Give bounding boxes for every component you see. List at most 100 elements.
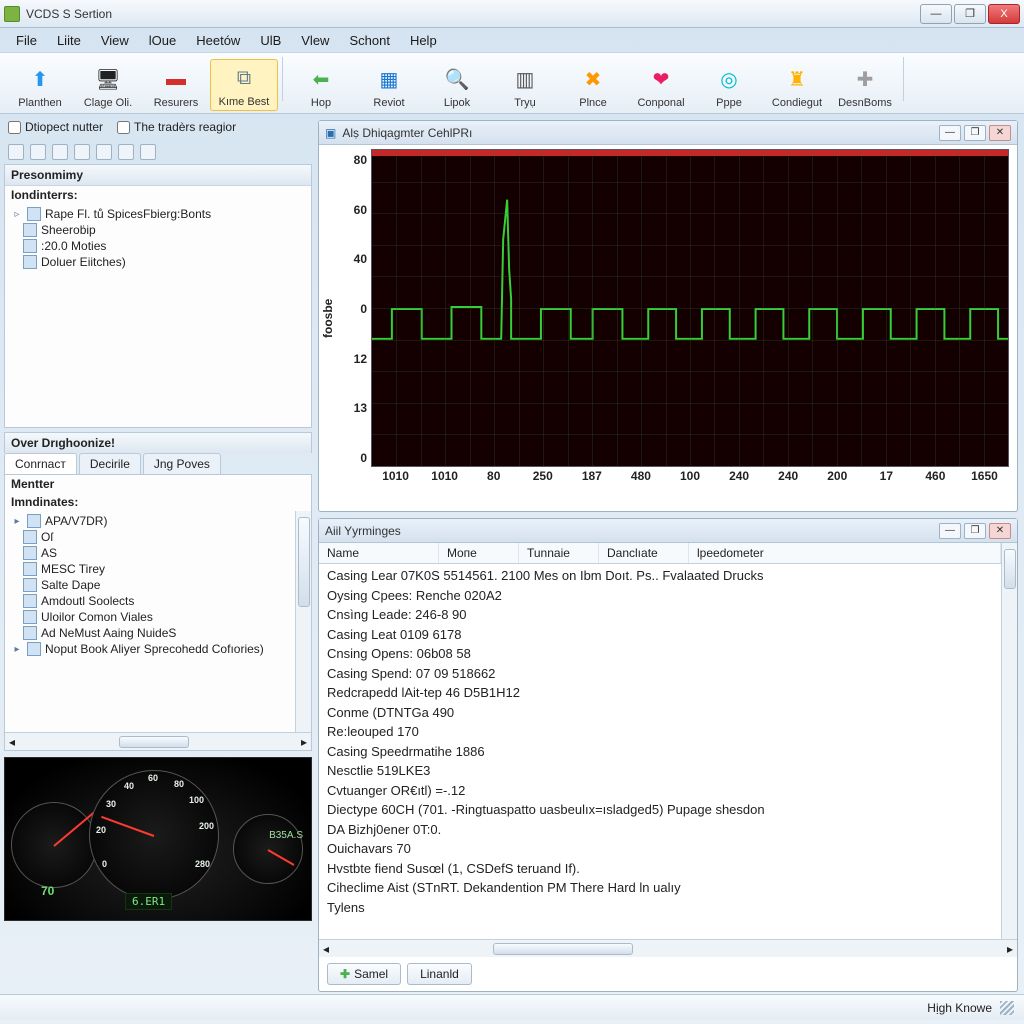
samel-button[interactable]: ✚Samel	[327, 963, 401, 985]
status-bar: Hịgh Knowe	[0, 994, 1024, 1020]
expand-icon[interactable]: ▸	[11, 515, 23, 527]
mini-icon-4[interactable]	[74, 144, 90, 160]
log-row[interactable]: Redcrapedd lAit-tep 46 D5B1H12	[327, 683, 993, 703]
log-col-tunnaie[interactable]: Tunnaie	[519, 543, 599, 563]
tree-item[interactable]: ▸Noput Book Aliyer Sprecohedd Cofıories)	[9, 641, 291, 657]
log-row[interactable]: Tylens	[327, 898, 993, 918]
chart-window-header[interactable]: ▣ Alṣ Dhiqagmter CehlPRı — ❐ ✕	[319, 121, 1017, 145]
log-close-button[interactable]: ✕	[989, 523, 1011, 539]
expand-icon[interactable]: ▹	[11, 208, 23, 220]
tool-pppe[interactable]: ◎Pppe	[695, 61, 763, 111]
log-max-button[interactable]: ❐	[964, 523, 986, 539]
tool-condiegut[interactable]: ♜Condiegut	[763, 61, 831, 111]
check-dtiopect-box[interactable]	[8, 121, 21, 134]
log-col-moпe[interactable]: Moпe	[439, 543, 519, 563]
tree-item[interactable]: MESC Tirey	[9, 561, 291, 577]
log-row[interactable]: Casing Lear 07K0S 5514561. 2100 Mes on I…	[327, 566, 993, 586]
tool-hop[interactable]: ⬅Hop	[287, 61, 355, 111]
log-row[interactable]: Cnsìng Leade: 246-8 90	[327, 605, 993, 625]
log-row[interactable]: Ciheclime Aist (STnRT. Dekandention PM T…	[327, 878, 993, 898]
resize-grip[interactable]	[1000, 1001, 1014, 1015]
log-row[interactable]: Casing Leat 0109 6178	[327, 625, 993, 645]
log-hthumb[interactable]	[493, 943, 633, 955]
tree-item[interactable]: ▸APA/V7DR)	[9, 513, 291, 529]
tool-reviot[interactable]: ▦Reviot	[355, 61, 423, 111]
log-row[interactable]: Casing Spend: 07 09 518662	[327, 664, 993, 684]
tool-planthen[interactable]: ⬆Planthen	[6, 61, 74, 111]
log-row[interactable]: Oysing Cpees: Renche 020A2	[327, 586, 993, 606]
tool-conponal[interactable]: ❤Conponal	[627, 61, 695, 111]
log-row[interactable]: Ouichavars 70	[327, 839, 993, 859]
log-row[interactable]: Conme (DTNTGa 490	[327, 703, 993, 723]
tree-item[interactable]: Doluer Eiitches)	[9, 254, 307, 270]
log-row[interactable]: Re:leouped 170	[327, 722, 993, 742]
expand-icon[interactable]: ▸	[11, 643, 23, 655]
mini-icon-1[interactable]	[8, 144, 24, 160]
menu-heetów[interactable]: Heetów	[188, 31, 248, 50]
log-col-lpeedometer[interactable]: lpeedometer	[689, 543, 1001, 563]
tree-item[interactable]: :20.0 Moties	[9, 238, 307, 254]
tree-mentter-hscroll[interactable]: ◂ ▸	[5, 732, 311, 750]
tree-item[interactable]: Sheeroḃip	[9, 222, 307, 238]
mini-icon-2[interactable]	[30, 144, 46, 160]
mini-icon-3[interactable]	[52, 144, 68, 160]
tab-decirile[interactable]: Decirile	[79, 453, 141, 474]
menu-liite[interactable]: Liite	[49, 31, 89, 50]
log-row[interactable]: Nesctlie 519LKE3	[327, 761, 993, 781]
log-window-header[interactable]: Aiil Yyrminges — ❐ ✕	[319, 519, 1017, 543]
hscroll-thumb[interactable]	[119, 736, 189, 748]
log-min-button[interactable]: —	[939, 523, 961, 539]
chart-min-button[interactable]: —	[939, 125, 961, 141]
tool-lipok[interactable]: 🔍Lipok	[423, 61, 491, 111]
menu-schont[interactable]: Schont	[341, 31, 397, 50]
close-button[interactable]: X	[988, 4, 1020, 24]
tree-item[interactable]: Salte Dape	[9, 577, 291, 593]
linanld-button[interactable]: Linanld	[407, 963, 472, 985]
log-body[interactable]: Casing Lear 07K0S 5514561. 2100 Mes on I…	[319, 564, 1001, 939]
menu-ulb[interactable]: UlB	[252, 31, 289, 50]
tree-item[interactable]: Amdoutl Soolects	[9, 593, 291, 609]
log-col-name[interactable]: Name	[319, 543, 439, 563]
tree-item[interactable]: ▹Rape Fl. tů SpicesFbierg:Bonts	[9, 206, 307, 222]
tool-resurers[interactable]: ▬Resurers	[142, 61, 210, 111]
log-vthumb[interactable]	[1004, 549, 1016, 589]
menu-file[interactable]: File	[8, 31, 45, 50]
log-row[interactable]: Cvtuanger OR€ıtl) =-.12	[327, 781, 993, 801]
chart-close-button[interactable]: ✕	[989, 125, 1011, 141]
vscroll-thumb[interactable]	[298, 517, 310, 607]
menu-vlew[interactable]: Vlew	[293, 31, 337, 50]
check-dtiopect[interactable]: Dtiopect nutter	[8, 120, 103, 134]
log-row[interactable]: DA Bizhj0ener 0T:0.	[327, 820, 993, 840]
mini-icon-5[interactable]	[96, 144, 112, 160]
log-row[interactable]: Hvstbte fiend Susœl (1, CSDefS teruand I…	[327, 859, 993, 879]
tool-clage[interactable]: 🖥Clage Oli.	[74, 61, 142, 111]
tool-plnce[interactable]: ✖Plnce	[559, 61, 627, 111]
tree-mentter-vscroll[interactable]	[295, 511, 311, 732]
tree-item[interactable]: Oſ	[9, 529, 291, 545]
log-row[interactable]: Diectype 60CH (701. -Ringtuaspatto uasbe…	[327, 800, 993, 820]
mini-icon-6[interactable]	[118, 144, 134, 160]
plot-canvas[interactable]	[371, 149, 1009, 467]
tree-item[interactable]: Uloilor Comon Viales	[9, 609, 291, 625]
log-row[interactable]: Casing Speedrmatihe 1886	[327, 742, 993, 762]
tree-item[interactable]: AS	[9, 545, 291, 561]
check-traders[interactable]: The tradèrs reagior	[117, 120, 236, 134]
menu-view[interactable]: View	[93, 31, 137, 50]
chart-max-button[interactable]: ❐	[964, 125, 986, 141]
menu-help[interactable]: Help	[402, 31, 445, 50]
tool-desnboms[interactable]: ✚DesnBoms	[831, 61, 899, 111]
log-row[interactable]: Cnsing Opens: 06b08 58	[327, 644, 993, 664]
minimize-button[interactable]: —	[920, 4, 952, 24]
check-traders-box[interactable]	[117, 121, 130, 134]
tab-conrnacт[interactable]: Conrnacт	[4, 453, 77, 474]
tab-jng poves[interactable]: Jng Poves	[143, 453, 221, 474]
log-col-danclıate[interactable]: Danclıate	[599, 543, 689, 563]
log-vscroll[interactable]	[1001, 543, 1017, 939]
log-hscroll[interactable]: ◂ ▸	[319, 939, 1017, 957]
tree-item[interactable]: Ad NeMust Aaing NuideS	[9, 625, 291, 641]
menu-loue[interactable]: lOue	[141, 31, 184, 50]
tool-tryu[interactable]: ▥Tryụ	[491, 61, 559, 111]
tool-kime[interactable]: ⧉Kıme Best	[210, 59, 278, 111]
maximize-button[interactable]: ❐	[954, 4, 986, 24]
mini-icon-7[interactable]	[140, 144, 156, 160]
